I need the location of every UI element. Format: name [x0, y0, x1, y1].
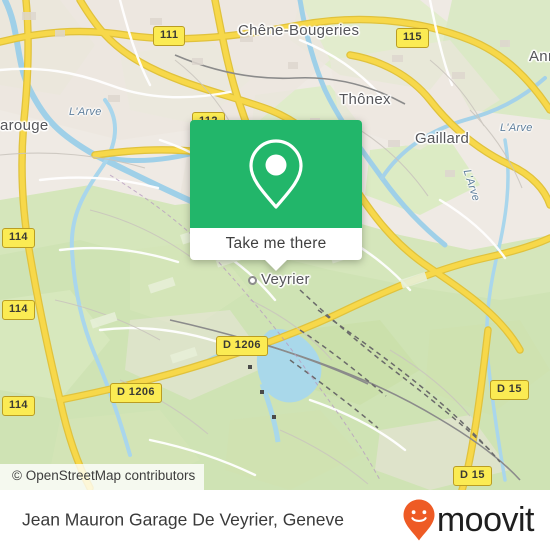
moovit-wordmark: moovit: [436, 501, 535, 539]
footer-bar: Jean Mauron Garage De Veyrier, Geneve mo…: [0, 490, 550, 550]
road-shield-111: 111: [153, 26, 186, 46]
road-shield-114-b: 114: [2, 300, 35, 320]
road-shield-115: 115: [396, 28, 429, 48]
page-title: Jean Mauron Garage De Veyrier, Geneve: [22, 509, 344, 530]
place-marker-veyrier: [248, 276, 257, 285]
moovit-map-page: L'Arve arouge Chêne-Bougeries Thônex Gai…: [0, 0, 550, 550]
map-label-carouge: arouge: [0, 117, 49, 134]
osm-attribution[interactable]: © OpenStreetMap contributors: [0, 464, 205, 490]
map-canvas[interactable]: L'Arve arouge Chêne-Bougeries Thônex Gai…: [0, 0, 550, 490]
map-label-thonex: Thônex: [339, 91, 391, 108]
moovit-logo[interactable]: moovit: [402, 498, 535, 542]
map-label-river-arve-left: L'Arve: [69, 106, 102, 118]
map-pin-icon: [249, 139, 303, 209]
map-label-gaillard: Gaillard: [415, 130, 470, 147]
take-me-there-label: Take me there: [225, 235, 327, 252]
road-shield-114-c: 114: [2, 396, 35, 416]
map-label-veyrier: Veyrier: [261, 271, 310, 288]
take-me-there-callout[interactable]: Take me there: [190, 120, 362, 271]
road-shield-d1206-b: D 1206: [110, 383, 162, 403]
moovit-smiley-pin-icon: [403, 499, 435, 541]
take-me-there-button[interactable]: Take me there: [190, 228, 362, 260]
callout-pin-area: [190, 120, 362, 228]
map-label-river-arve-right: L'Arve: [500, 122, 533, 134]
callout-tail: [265, 260, 287, 271]
road-shield-114-a: 114: [2, 228, 35, 248]
road-shield-d15-a: D 15: [490, 380, 529, 400]
map-label-annemasse: Ann: [529, 48, 550, 65]
road-shield-d15-b: D 15: [453, 466, 492, 486]
road-shield-d1206-a: D 1206: [216, 336, 268, 356]
map-label-chene-bougeries: Chêne-Bougeries: [238, 22, 360, 39]
